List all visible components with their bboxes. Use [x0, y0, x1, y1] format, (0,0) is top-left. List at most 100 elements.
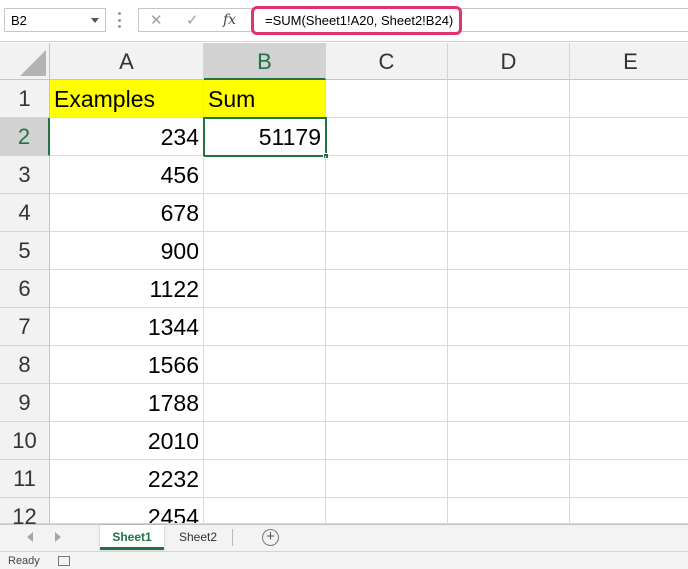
cell[interactable]: [326, 384, 448, 422]
cell[interactable]: [204, 194, 326, 232]
cell[interactable]: [570, 156, 688, 194]
cell-a11[interactable]: 2232: [50, 460, 204, 498]
row-header-12[interactable]: 12: [0, 498, 50, 529]
tab-divider: [232, 529, 233, 546]
row-header-7[interactable]: 7: [0, 308, 50, 346]
formula-highlight: =SUM(Sheet1!A20, Sheet2!B24): [251, 6, 462, 35]
cell[interactable]: [326, 346, 448, 384]
tab-sheet1[interactable]: Sheet1: [100, 525, 164, 550]
row-header-2[interactable]: 2: [0, 118, 50, 156]
status-text: Ready: [8, 555, 40, 567]
cell[interactable]: [448, 422, 570, 460]
macro-record-icon[interactable]: [58, 556, 70, 566]
cell-a12[interactable]: 2454: [50, 498, 204, 524]
cell[interactable]: [570, 194, 688, 232]
cell[interactable]: [204, 460, 326, 498]
cell-a8[interactable]: 1566: [50, 346, 204, 384]
name-box[interactable]: B2: [4, 8, 106, 32]
cell[interactable]: [204, 346, 326, 384]
cell-c1[interactable]: [326, 80, 448, 118]
cell-a9[interactable]: 1788: [50, 384, 204, 422]
column-header-e[interactable]: E: [570, 43, 688, 80]
cell[interactable]: [326, 270, 448, 308]
row-header-4[interactable]: 4: [0, 194, 50, 232]
cell[interactable]: [204, 156, 326, 194]
cell[interactable]: [448, 270, 570, 308]
chevron-down-icon[interactable]: [91, 18, 99, 23]
enter-icon[interactable]: ✓: [186, 11, 199, 29]
row-header-8[interactable]: 8: [0, 346, 50, 384]
cell[interactable]: [448, 346, 570, 384]
drag-handle-icon[interactable]: [118, 12, 121, 28]
status-bar: Ready: [0, 551, 688, 569]
cell-b2[interactable]: 51179: [203, 117, 327, 157]
scroll-left-icon[interactable]: [27, 532, 33, 542]
cell[interactable]: [204, 270, 326, 308]
select-all-triangle-icon: [20, 50, 46, 76]
cancel-icon[interactable]: ✕: [150, 11, 163, 29]
column-header-d[interactable]: D: [448, 43, 570, 80]
cell[interactable]: [570, 460, 688, 498]
cell-a3[interactable]: 456: [50, 156, 204, 194]
formula-bar: B2 ✕ ✓ fx =SUM(Sheet1!A20, Sheet2!B24): [0, 0, 688, 42]
cell-c2[interactable]: [327, 118, 448, 156]
cell[interactable]: [570, 384, 688, 422]
cell-b1[interactable]: Sum: [204, 80, 326, 118]
cell-a10[interactable]: 2010: [50, 422, 204, 460]
cell-a5[interactable]: 900: [50, 232, 204, 270]
row-header-9[interactable]: 9: [0, 384, 50, 422]
cell[interactable]: [448, 308, 570, 346]
cell[interactable]: [326, 156, 448, 194]
cell[interactable]: [448, 156, 570, 194]
cell[interactable]: [570, 270, 688, 308]
cell[interactable]: [326, 232, 448, 270]
cell[interactable]: [570, 308, 688, 346]
cell[interactable]: [204, 232, 326, 270]
column-header-c[interactable]: C: [326, 43, 448, 80]
cell-e2[interactable]: [570, 118, 688, 156]
cell[interactable]: [326, 422, 448, 460]
cell[interactable]: [570, 346, 688, 384]
cell[interactable]: [326, 498, 448, 524]
cell[interactable]: [204, 422, 326, 460]
column-header-a[interactable]: A: [50, 43, 204, 80]
cell-d1[interactable]: [448, 80, 570, 118]
formula-text[interactable]: =SUM(Sheet1!A20, Sheet2!B24): [265, 13, 453, 28]
cell-a4[interactable]: 678: [50, 194, 204, 232]
insert-function-icon[interactable]: fx: [223, 12, 236, 28]
cell-a2[interactable]: 234: [50, 118, 204, 156]
formula-buttons: ✕ ✓ fx: [138, 8, 248, 32]
row-header-3[interactable]: 3: [0, 156, 50, 194]
select-all-button[interactable]: [0, 43, 50, 80]
cell[interactable]: [326, 308, 448, 346]
name-box-value: B2: [11, 13, 27, 28]
tab-sheet2[interactable]: Sheet2: [168, 525, 228, 550]
row-header-10[interactable]: 10: [0, 422, 50, 460]
cell[interactable]: [326, 194, 448, 232]
row-header-5[interactable]: 5: [0, 232, 50, 270]
cell[interactable]: [204, 384, 326, 422]
cell-a6[interactable]: 1122: [50, 270, 204, 308]
add-sheet-icon[interactable]: +: [262, 529, 279, 546]
cell[interactable]: [448, 232, 570, 270]
row-header-1[interactable]: 1: [0, 80, 50, 118]
row-header-6[interactable]: 6: [0, 270, 50, 308]
cell[interactable]: [448, 498, 570, 524]
cell[interactable]: [326, 460, 448, 498]
cell[interactable]: [448, 384, 570, 422]
cell-d2[interactable]: [448, 118, 570, 156]
cell[interactable]: [204, 308, 326, 346]
cell-a7[interactable]: 1344: [50, 308, 204, 346]
sheet-tab-bar: Sheet1 Sheet2 +: [0, 524, 688, 551]
cell[interactable]: [448, 194, 570, 232]
cell[interactable]: [570, 498, 688, 524]
cell[interactable]: [570, 232, 688, 270]
cell[interactable]: [204, 498, 326, 524]
row-header-11[interactable]: 11: [0, 460, 50, 498]
cell-e1[interactable]: [570, 80, 688, 118]
cell[interactable]: [570, 422, 688, 460]
scroll-right-icon[interactable]: [55, 532, 61, 542]
cell[interactable]: [448, 460, 570, 498]
cell-a1[interactable]: Examples: [50, 80, 204, 118]
column-header-b[interactable]: B: [204, 43, 326, 80]
